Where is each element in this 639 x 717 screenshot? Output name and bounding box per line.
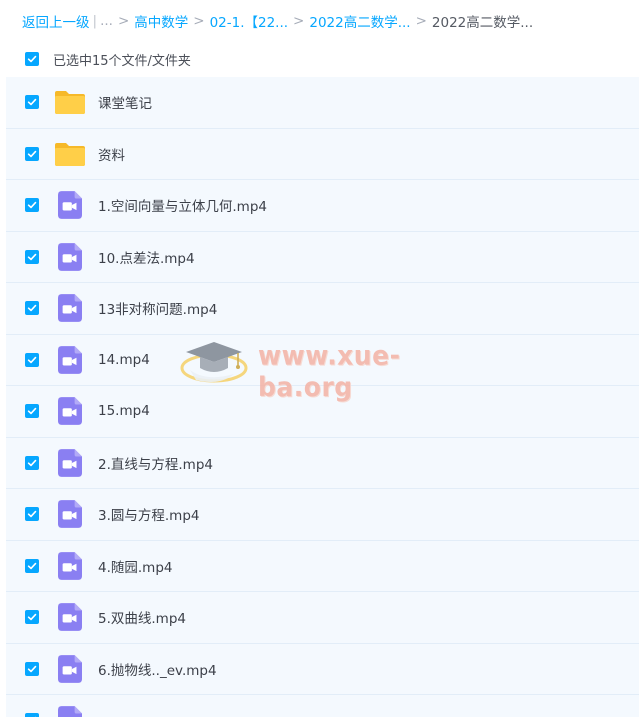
checkmark-icon <box>27 408 37 415</box>
file-row[interactable]: 6.抛物线.._ev.mp4 <box>6 643 639 695</box>
breadcrumb-item-course[interactable]: 02-1.【22... <box>210 11 288 31</box>
checkmark-icon <box>27 99 37 106</box>
file-row[interactable]: 2.直线与方程.mp4 <box>6 437 639 489</box>
video-file-icon <box>58 294 82 323</box>
breadcrumb-separator: > <box>415 13 427 29</box>
file-checkbox[interactable] <box>25 198 39 213</box>
video-icon-wrapper <box>54 706 86 717</box>
file-name[interactable]: 资料 <box>98 144 125 164</box>
file-row[interactable]: 13非对称问题.mp4 <box>6 283 639 335</box>
video-icon-wrapper <box>54 191 86 220</box>
video-file-icon <box>58 500 82 529</box>
file-checkbox[interactable] <box>25 95 39 110</box>
file-checkbox[interactable] <box>25 558 39 573</box>
checkmark-icon <box>27 356 37 363</box>
breadcrumb-ellipsis[interactable]: ... <box>100 13 113 29</box>
breadcrumb-separator: > <box>117 13 130 29</box>
breadcrumb-item-grade2-math[interactable]: 2022高二数学... <box>309 11 410 31</box>
file-name[interactable]: 2.直线与方程.mp4 <box>98 453 213 473</box>
folder-icon <box>55 142 85 166</box>
breadcrumb-current: 2022高二数学... <box>431 15 534 31</box>
file-row[interactable]: 15.mp4 <box>6 386 639 438</box>
video-icon-wrapper <box>54 345 86 374</box>
file-checkbox[interactable] <box>25 610 39 625</box>
file-name[interactable]: 15.mp4 <box>98 403 150 419</box>
file-row[interactable]: 5.双曲线.mp4 <box>6 592 639 644</box>
folder-icon-wrapper <box>54 141 86 167</box>
video-icon-wrapper <box>54 242 86 271</box>
folder-icon-wrapper <box>54 89 86 115</box>
file-name[interactable]: 1.空间向量与立体几何.mp4 <box>98 195 267 215</box>
checkmark-icon <box>27 150 37 157</box>
breadcrumb-pipe: | <box>92 13 98 29</box>
file-checkbox[interactable] <box>25 455 39 470</box>
video-icon-wrapper <box>54 448 86 477</box>
back-link[interactable]: 返回上一级 <box>22 11 90 31</box>
video-file-icon <box>58 397 82 426</box>
file-list: 课堂笔记资料 1.空间向量与立体几何.mp4 10.点差法.mp4 13非对称问题.m… <box>6 77 639 717</box>
checkmark-icon <box>27 253 37 260</box>
video-icon-wrapper <box>54 397 86 426</box>
video-file-icon <box>58 654 82 683</box>
file-checkbox[interactable] <box>25 404 39 419</box>
video-file-icon <box>58 603 82 632</box>
file-browser: 返回上一级 | ... > 高中数学 > 02-1.【22... > 2022高… <box>0 0 639 717</box>
file-row[interactable]: 3.圆与方程.mp4 <box>6 489 639 541</box>
file-name[interactable]: 10.点差法.mp4 <box>98 247 195 267</box>
file-checkbox[interactable] <box>25 301 39 316</box>
file-name[interactable]: 4.随园.mp4 <box>98 556 172 576</box>
selection-bar: 已选中15个文件/文件夹 <box>0 42 639 76</box>
video-icon-wrapper <box>54 500 86 529</box>
video-file-icon <box>58 345 82 374</box>
file-checkbox[interactable] <box>25 352 39 367</box>
file-row[interactable]: 资料 <box>6 128 639 180</box>
video-icon-wrapper <box>54 294 86 323</box>
breadcrumb: 返回上一级 | ... > 高中数学 > 02-1.【22... > 2022高… <box>0 0 639 42</box>
video-icon-wrapper <box>54 603 86 632</box>
selection-count-label: 已选中15个文件/文件夹 <box>53 53 191 69</box>
file-row[interactable]: 10.点差法.mp4 <box>6 231 639 283</box>
file-row[interactable]: 1.空间向量与立体几何.mp4 <box>6 180 639 232</box>
video-icon-wrapper <box>54 551 86 580</box>
file-row[interactable] <box>6 695 639 717</box>
file-name[interactable]: 13非对称问题.mp4 <box>98 298 217 318</box>
file-name[interactable]: 3.圆与方程.mp4 <box>98 504 199 524</box>
video-file-icon <box>58 448 82 477</box>
file-row[interactable]: 课堂笔记 <box>6 77 639 129</box>
breadcrumb-separator: > <box>193 13 205 29</box>
checkmark-icon <box>27 55 37 63</box>
file-name[interactable]: 5.双曲线.mp4 <box>98 607 186 627</box>
file-checkbox[interactable] <box>25 713 39 717</box>
breadcrumb-item-high-school-math[interactable]: 高中数学 <box>134 11 188 31</box>
file-name[interactable]: 14.mp4 <box>98 352 150 368</box>
file-checkbox[interactable] <box>25 249 39 264</box>
checkmark-icon <box>27 511 37 518</box>
file-checkbox[interactable] <box>25 146 39 161</box>
file-checkbox[interactable] <box>25 661 39 676</box>
checkmark-icon <box>27 665 37 672</box>
video-file-icon <box>58 191 82 220</box>
video-file-icon <box>58 551 82 580</box>
video-icon-wrapper <box>54 654 86 683</box>
select-all-checkbox[interactable] <box>25 52 39 66</box>
checkmark-icon <box>27 614 37 621</box>
video-file-icon <box>58 706 82 717</box>
checkmark-icon <box>27 562 37 569</box>
checkmark-icon <box>27 305 37 312</box>
checkmark-icon <box>27 202 37 209</box>
file-row[interactable]: 14.mp4 <box>6 334 639 386</box>
file-name[interactable]: 6.抛物线.._ev.mp4 <box>98 659 217 679</box>
file-checkbox[interactable] <box>25 507 39 522</box>
folder-icon <box>55 91 85 115</box>
file-row[interactable]: 4.随园.mp4 <box>6 540 639 592</box>
file-name[interactable]: 课堂笔记 <box>98 92 152 112</box>
video-file-icon <box>58 242 82 271</box>
breadcrumb-separator: > <box>293 13 305 29</box>
checkmark-icon <box>27 459 37 466</box>
